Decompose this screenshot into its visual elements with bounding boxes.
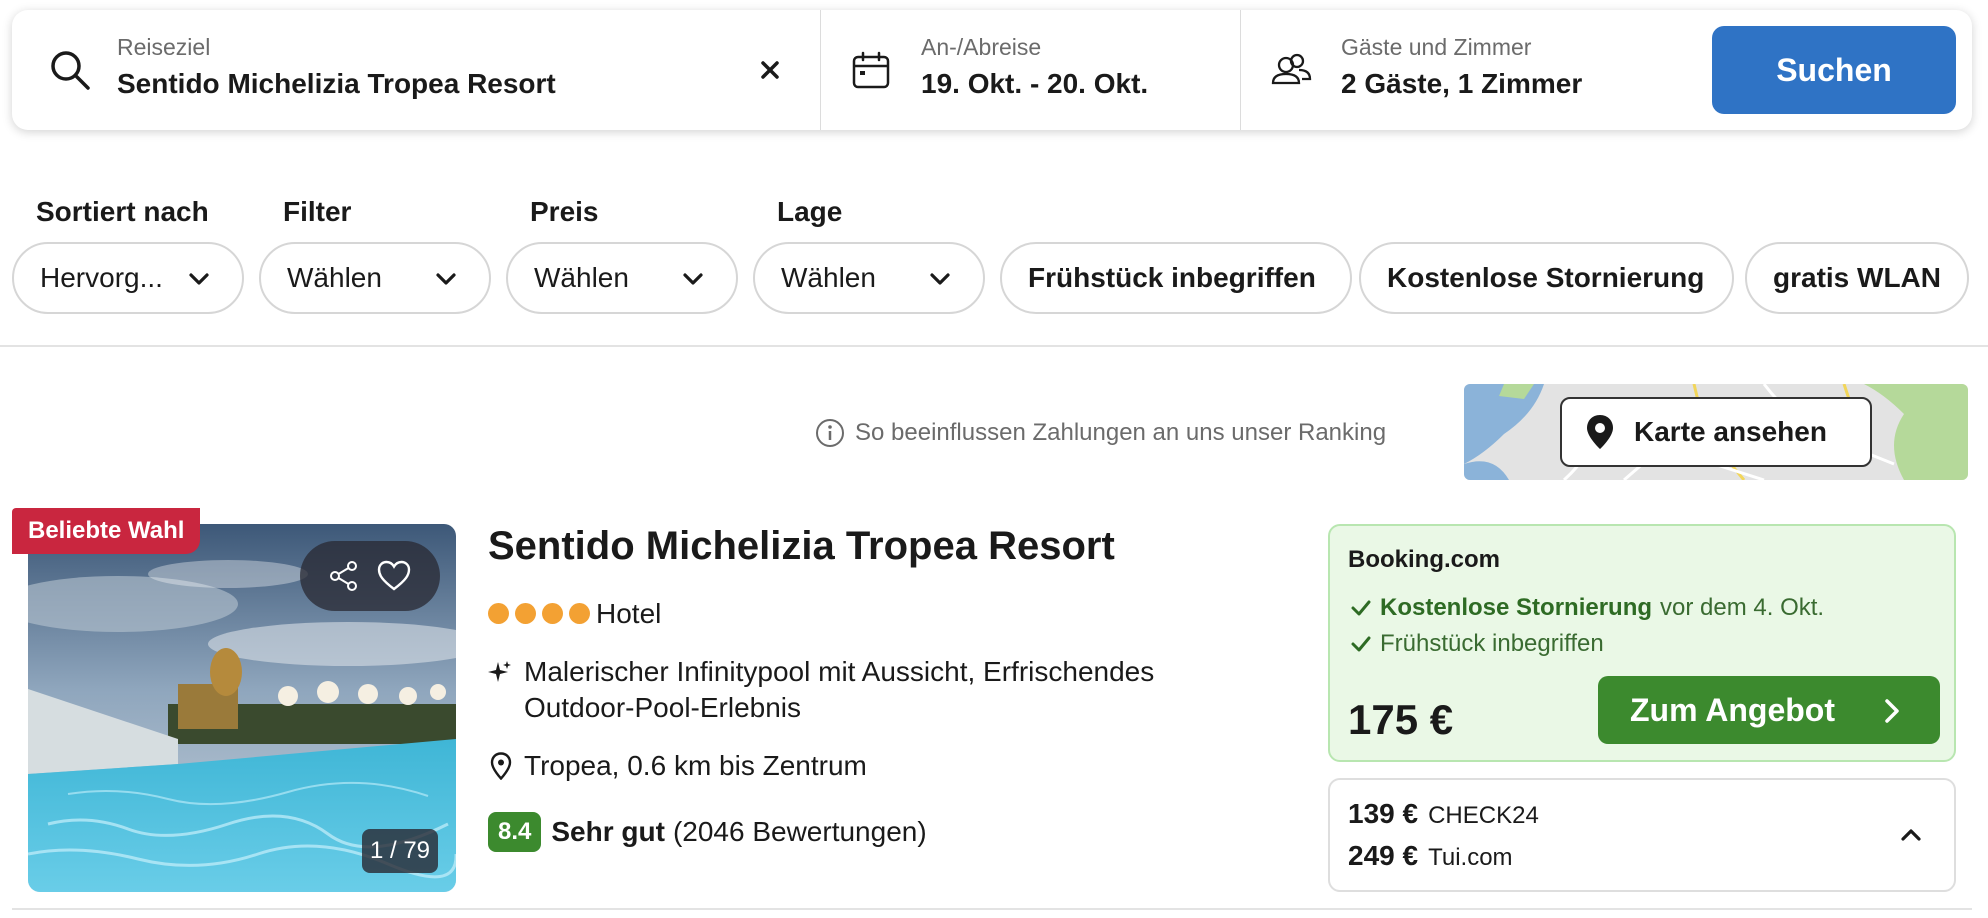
ranking-notice[interactable]: So beeinflussen Zahlungen an uns unser R… <box>815 418 1386 448</box>
location-pin-icon <box>490 752 512 780</box>
hotel-highlights: Malerischer Infinitypool mit Aussicht, E… <box>524 656 1155 723</box>
toggle-free-wifi[interactable]: gratis WLAN <box>1745 242 1969 314</box>
destination-field[interactable]: Reiseziel Sentido Michelizia Tropea Reso… <box>12 10 820 130</box>
check-icon <box>1351 636 1371 652</box>
location-group: Lage <box>777 196 842 236</box>
rating-text: Sehr gut <box>551 816 665 847</box>
star-icon <box>569 603 590 624</box>
price-dropdown[interactable]: Wählen <box>506 242 738 314</box>
view-offer-button[interactable]: Zum Angebot <box>1598 676 1940 744</box>
other-offer-price: 139 € <box>1348 798 1419 829</box>
chevron-up-icon[interactable] <box>1898 822 1924 848</box>
hotel-rating[interactable]: 8.4 Sehr gut (2046 Bewertungen) <box>488 812 927 852</box>
map-button[interactable]: Karte ansehen <box>1560 397 1872 467</box>
photo-counter: 1 / 79 <box>362 829 438 873</box>
ranking-notice-text: So beeinflussen Zahlungen an uns unser R… <box>855 419 1387 446</box>
search-bar: Reiseziel Sentido Michelizia Tropea Reso… <box>12 10 1972 130</box>
calendar-icon <box>852 51 890 89</box>
search-button[interactable]: Suchen <box>1712 26 1956 114</box>
share-icon[interactable] <box>326 558 362 594</box>
other-offer-row: 139 € CHECK24 <box>1348 798 1539 830</box>
other-offer-row: 249 € Tui.com <box>1348 840 1513 872</box>
chevron-down-icon <box>189 273 209 285</box>
view-offer-label: Zum Angebot <box>1630 691 1835 728</box>
toggle-breakfast[interactable]: Frühstück inbegriffen <box>1000 242 1352 314</box>
chevron-down-icon <box>436 273 456 285</box>
hotel-stars <box>488 603 590 624</box>
chevron-down-icon <box>930 273 950 285</box>
photo-actions <box>300 541 440 611</box>
star-icon <box>542 603 563 624</box>
guests-value[interactable]: 2 Gäste, 1 Zimmer <box>1341 68 1582 100</box>
other-offer-provider: Tui.com <box>1428 844 1513 871</box>
other-offer-price: 249 € <box>1348 840 1419 871</box>
toggle-free-cancellation[interactable]: Kostenlose Stornierung <box>1359 242 1734 314</box>
star-icon <box>515 603 536 624</box>
filter-divider <box>0 345 1988 347</box>
search-icon <box>51 51 90 90</box>
other-offers[interactable]: 139 € CHECK24 249 € Tui.com <box>1328 778 1956 892</box>
location-value: Wählen <box>781 262 876 293</box>
heart-icon[interactable] <box>376 558 412 594</box>
map-button-label: Karte ansehen <box>1634 416 1827 447</box>
price-value: Wählen <box>534 262 629 293</box>
destination-label: Reiseziel <box>117 34 211 60</box>
filter-value: Wählen <box>287 262 382 293</box>
offer-price: 175 € <box>1348 696 1454 743</box>
location-title: Lage <box>777 196 843 227</box>
guests-icon <box>1271 53 1312 85</box>
star-icon <box>488 603 509 624</box>
guests-field[interactable]: Gäste und Zimmer 2 Gäste, 1 Zimmer <box>1240 10 1700 130</box>
chevron-right-icon <box>1885 699 1899 723</box>
filter-title: Filter <box>283 196 352 227</box>
check-icon <box>1351 600 1371 616</box>
close-icon[interactable] <box>752 52 788 88</box>
offer-provider: Booking.com <box>1348 546 1501 573</box>
destination-value[interactable]: Sentido Michelizia Tropea Resort <box>117 68 556 100</box>
dates-label: An-/Abreise <box>921 34 1042 60</box>
popular-badge: Beliebte Wahl <box>12 508 201 554</box>
sort-group: Sortiert nach <box>36 196 209 236</box>
hotel-location: Tropea, 0.6 km bis Zentrum <box>524 750 867 781</box>
price-group: Preis <box>530 196 599 236</box>
offer-cancellation-bold: Kostenlose Stornierung <box>1380 594 1653 621</box>
offer-cancellation: Kostenlose Stornierung vor dem 4. Okt. <box>1350 594 1824 622</box>
best-offer-box: Booking.com Kostenlose Stornierung vor d… <box>1328 524 1956 762</box>
rating-score: 8.4 <box>488 812 542 852</box>
offer-breakfast: Frühstück inbegriffen <box>1350 630 1604 658</box>
hotel-type: Hotel <box>596 598 662 629</box>
filter-group: Filter <box>283 196 351 236</box>
map-pin-icon <box>1587 415 1613 449</box>
offer-breakfast-text: Frühstück inbegriffen <box>1380 630 1604 657</box>
dates-field[interactable]: An-/Abreise 19. Okt. - 20. Okt. <box>820 10 1240 130</box>
info-icon <box>816 419 844 447</box>
price-title: Preis <box>530 196 599 227</box>
sort-value: Hervorg... <box>40 262 163 293</box>
hotel-name[interactable]: Sentido Michelizia Tropea Resort <box>488 524 1115 569</box>
dates-value[interactable]: 19. Okt. - 20. Okt. <box>921 68 1148 100</box>
chevron-down-icon <box>683 273 703 285</box>
sparkle-icon <box>488 661 511 682</box>
offer-cancellation-rest: vor dem 4. Okt. <box>1660 594 1825 621</box>
other-offer-provider: CHECK24 <box>1428 802 1539 829</box>
filter-dropdown[interactable]: Wählen <box>259 242 491 314</box>
sort-title: Sortiert nach <box>36 196 209 227</box>
sort-dropdown[interactable]: Hervorg... <box>12 242 244 314</box>
rating-count: (2046 Bewertungen) <box>672 816 927 847</box>
guests-label: Gäste und Zimmer <box>1341 34 1532 60</box>
location-dropdown[interactable]: Wählen <box>753 242 985 314</box>
